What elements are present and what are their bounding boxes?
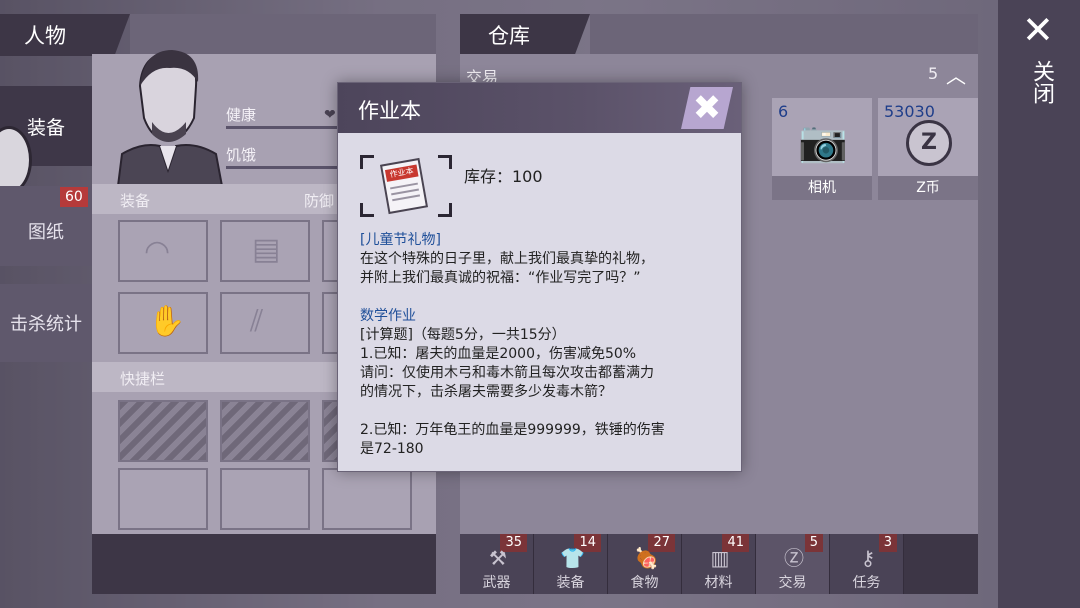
blueprint-badge: 60 xyxy=(60,187,88,207)
category-food[interactable]: 27 🍖 食物 xyxy=(608,534,682,594)
hand-slot[interactable]: ✋ xyxy=(118,292,208,354)
character-title: 人物 xyxy=(24,24,66,48)
warehouse-header: 仓库 xyxy=(460,14,590,56)
description-line: 的情况下，击杀屠夫需要多少发毒木箭？ xyxy=(360,384,612,400)
hunger-label: 饥饿 xyxy=(226,146,257,164)
filter-count: 5 xyxy=(928,64,939,83)
tab-kill-stats[interactable]: 击杀统计 xyxy=(0,284,92,362)
category-badge: 3 xyxy=(878,534,897,552)
tab-kill-stats-label: 击杀统计 xyxy=(10,314,82,335)
frame-corner xyxy=(360,203,374,217)
character-portrait xyxy=(116,50,224,186)
character-footer xyxy=(92,534,436,594)
glove-icon: ✋ xyxy=(148,304,186,339)
shirt-icon: 👕 xyxy=(560,546,585,570)
close-label: 关闭 xyxy=(1029,60,1054,104)
item-card-camera[interactable]: 6 📷 相机 xyxy=(772,98,872,200)
quick-slot-6[interactable] xyxy=(322,468,412,530)
description-line: 并附上我们最真诚的祝福：“作业写完了吗？” xyxy=(360,270,641,286)
description-line: 在这个特殊的日子里，献上我们最真挚的礼物， xyxy=(360,251,654,267)
description-line: 数学作业 xyxy=(360,308,416,324)
close-panel[interactable]: ✕ 关闭 xyxy=(998,0,1080,608)
quick-slot-4[interactable] xyxy=(118,468,208,530)
category-quest[interactable]: 3 ⚷ 任务 xyxy=(830,534,904,594)
category-label: 武器 xyxy=(482,575,511,591)
material-icon: ▥ xyxy=(710,546,730,570)
category-label: 装备 xyxy=(556,575,585,591)
category-material[interactable]: 41 ▥ 材料 xyxy=(682,534,756,594)
zcoin-icon: Z xyxy=(906,120,952,166)
leg-slot[interactable]: ⫽ xyxy=(220,292,310,354)
description-line: [儿童节礼物] xyxy=(360,232,441,248)
frame-corner xyxy=(438,203,452,217)
description-line: 1.已知：屠夫的血量是2000，伤害减免50% xyxy=(360,346,637,362)
health-label: 健康 xyxy=(226,106,257,124)
body-slot[interactable]: ▤ xyxy=(220,220,310,282)
notebook-line xyxy=(392,194,421,202)
item-count: 53030 xyxy=(884,102,935,121)
description-line: 请问：仅使用木弓和毒木箭且每次攻击都蓄满力 xyxy=(360,365,654,381)
quick-slot-5[interactable] xyxy=(220,468,310,530)
warehouse-title: 仓库 xyxy=(488,24,530,48)
item-name: Z币 xyxy=(878,176,978,200)
meat-icon: 🍖 xyxy=(634,546,659,570)
tab-equipment-label: 装备 xyxy=(26,116,65,139)
category-trade[interactable]: 5 Ⓩ 交易 xyxy=(756,534,830,594)
item-frame: 作业本 xyxy=(360,155,452,217)
close-icon: ✖ xyxy=(692,88,722,128)
category-label: 食物 xyxy=(630,575,659,591)
quickbar-label: 快捷栏 xyxy=(120,370,166,388)
item-name: 相机 xyxy=(772,176,872,200)
vest-icon: ▤ xyxy=(252,232,281,267)
category-label: 材料 xyxy=(704,575,733,591)
category-label: 交易 xyxy=(778,575,807,591)
stock-text: 库存：100 xyxy=(464,167,543,186)
frame-corner xyxy=(438,155,452,169)
category-label: 任务 xyxy=(852,575,881,591)
helmet-icon: ◠ xyxy=(144,234,171,269)
notebook-cover-label: 作业本 xyxy=(384,164,419,182)
description-line: [计算题]（每题5分，一共15分） xyxy=(360,327,566,343)
modal-close-button[interactable]: ✖ xyxy=(681,87,733,129)
category-equipment[interactable]: 14 👕 装备 xyxy=(534,534,608,594)
modal-title: 作业本 xyxy=(358,99,421,123)
character-header: 人物 xyxy=(0,14,130,56)
defense-label: 防御 xyxy=(304,192,335,210)
description-line: 是72-180 xyxy=(360,441,424,457)
chevron-up-icon[interactable]: ︿ xyxy=(946,60,966,89)
axe-icon: ⚒ xyxy=(489,546,507,570)
quick-slot-1[interactable] xyxy=(118,400,208,462)
camera-icon: 📷 xyxy=(798,119,848,165)
notebook-icon: 作业本 xyxy=(379,157,429,215)
item-count: 6 xyxy=(778,102,789,121)
pants-icon: ⫽ xyxy=(250,304,264,339)
frame-corner xyxy=(360,155,374,169)
item-card-zcoin[interactable]: 53030 Z Z币 xyxy=(878,98,978,200)
close-icon[interactable]: ✕ xyxy=(1022,8,1054,52)
modal-header: 作业本 ✖ xyxy=(338,83,741,133)
description-line: 2.已知：万年龟王的血量是999999，铁锤的伤害 xyxy=(360,422,665,438)
equipment-section-label: 装备 xyxy=(120,192,151,210)
tab-blueprint-label: 图纸 xyxy=(28,222,64,243)
key-icon: ⚷ xyxy=(860,546,876,570)
item-detail-modal: 作业本 ✖ 作业本 库存：100 [儿童节礼物] 在这个特殊的日子里，献上我们最真… xyxy=(337,82,742,472)
category-badge: 5 xyxy=(804,534,823,552)
head-slot[interactable]: ◠ xyxy=(118,220,208,282)
category-weapon[interactable]: 35 ⚒ 武器 xyxy=(460,534,534,594)
quick-slot-2[interactable] xyxy=(220,400,310,462)
coin-icon: Ⓩ xyxy=(784,546,804,570)
warehouse-header-strip xyxy=(590,14,978,56)
